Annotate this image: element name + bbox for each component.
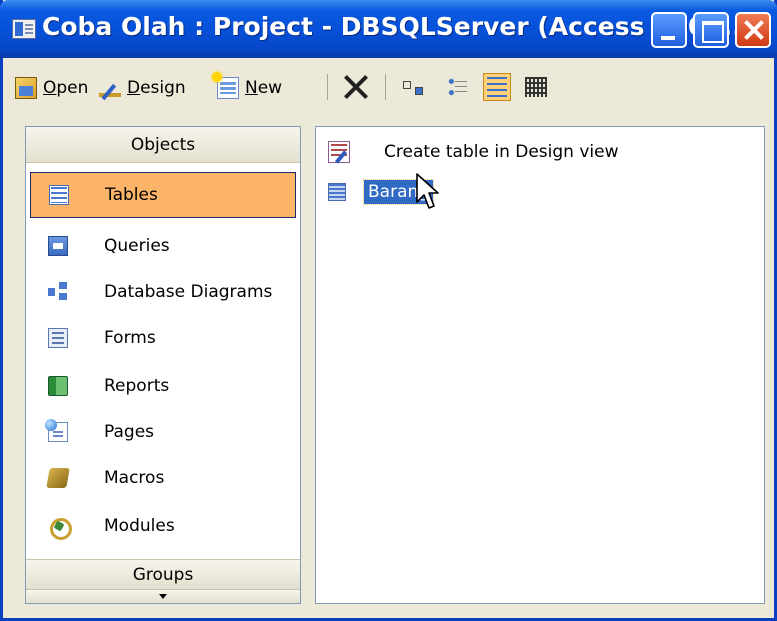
object-item-pages[interactable]: Pages: [26, 409, 300, 455]
delete-icon[interactable]: [341, 72, 371, 102]
design-button[interactable]: Design: [99, 74, 186, 102]
object-item-label: Forms: [104, 328, 156, 348]
toolbar-separator: [385, 74, 386, 100]
objects-bar: Objects Tables Queries Database Diagrams…: [25, 126, 301, 604]
object-item-label: Queries: [104, 236, 170, 256]
details-view-icon[interactable]: [523, 73, 551, 101]
close-button[interactable]: [735, 12, 771, 48]
access-app-icon[interactable]: [12, 19, 36, 39]
open-button[interactable]: Open: [15, 74, 88, 102]
object-item-label: Modules: [104, 516, 175, 536]
object-item-macros[interactable]: Macros: [26, 455, 300, 501]
object-item-label: Reports: [104, 376, 170, 396]
report-icon: [48, 376, 68, 396]
objects-header[interactable]: Objects: [26, 127, 300, 163]
list-item-label: Create table in Design view: [384, 142, 619, 162]
query-icon: [48, 236, 68, 256]
groups-expand-button[interactable]: [26, 589, 300, 603]
table-icon: [49, 185, 69, 205]
database-window: Coba Olah : Project - DBSQLServer (Acces…: [0, 0, 777, 621]
window-title: Coba Olah : Project - DBSQLServer (Acces…: [42, 12, 752, 41]
groups-header[interactable]: Groups: [26, 559, 300, 589]
object-item-queries[interactable]: Queries: [26, 223, 300, 269]
new-button[interactable]: New: [212, 72, 283, 102]
object-item-label: Tables: [105, 185, 158, 205]
object-item-label: Macros: [104, 468, 165, 488]
new-icon: [212, 72, 239, 99]
pages-icon: [45, 419, 68, 442]
minimize-button[interactable]: [651, 12, 687, 48]
open-icon: [15, 77, 37, 99]
design-icon: [99, 77, 121, 99]
object-item-reports[interactable]: Reports: [26, 363, 300, 409]
create-table-design-icon: [328, 141, 350, 163]
content-area: Objects Tables Queries Database Diagrams…: [3, 116, 774, 621]
object-list-pane[interactable]: Create table in Design view Barang: [315, 126, 765, 604]
toolbar-separator: [327, 74, 328, 100]
object-item-label: Pages: [104, 422, 155, 442]
mouse-cursor-icon: [416, 173, 439, 209]
macro-icon: [46, 468, 70, 488]
list-view-icon[interactable]: [483, 73, 511, 101]
large-icons-view-icon[interactable]: [399, 73, 427, 101]
diagram-icon: [48, 282, 68, 302]
design-label: Design: [127, 78, 186, 98]
small-icons-view-icon[interactable]: [443, 73, 471, 101]
object-item-tables[interactable]: Tables: [30, 172, 296, 218]
open-label: Open: [43, 78, 89, 98]
object-item-modules[interactable]: Modules: [26, 503, 300, 549]
title-bar[interactable]: Coba Olah : Project - DBSQLServer (Acces…: [0, 0, 777, 58]
list-item-create-table-design[interactable]: Create table in Design view: [328, 137, 619, 167]
module-icon: [48, 516, 72, 540]
form-icon: [48, 328, 68, 348]
new-label: New: [245, 78, 283, 98]
object-item-database-diagrams[interactable]: Database Diagrams: [26, 269, 300, 315]
object-item-label: Database Diagrams: [104, 282, 273, 302]
toolbar: Open Design New: [3, 60, 774, 116]
table-icon: [328, 183, 346, 201]
maximize-button[interactable]: [693, 12, 729, 48]
object-item-forms[interactable]: Forms: [26, 315, 300, 361]
